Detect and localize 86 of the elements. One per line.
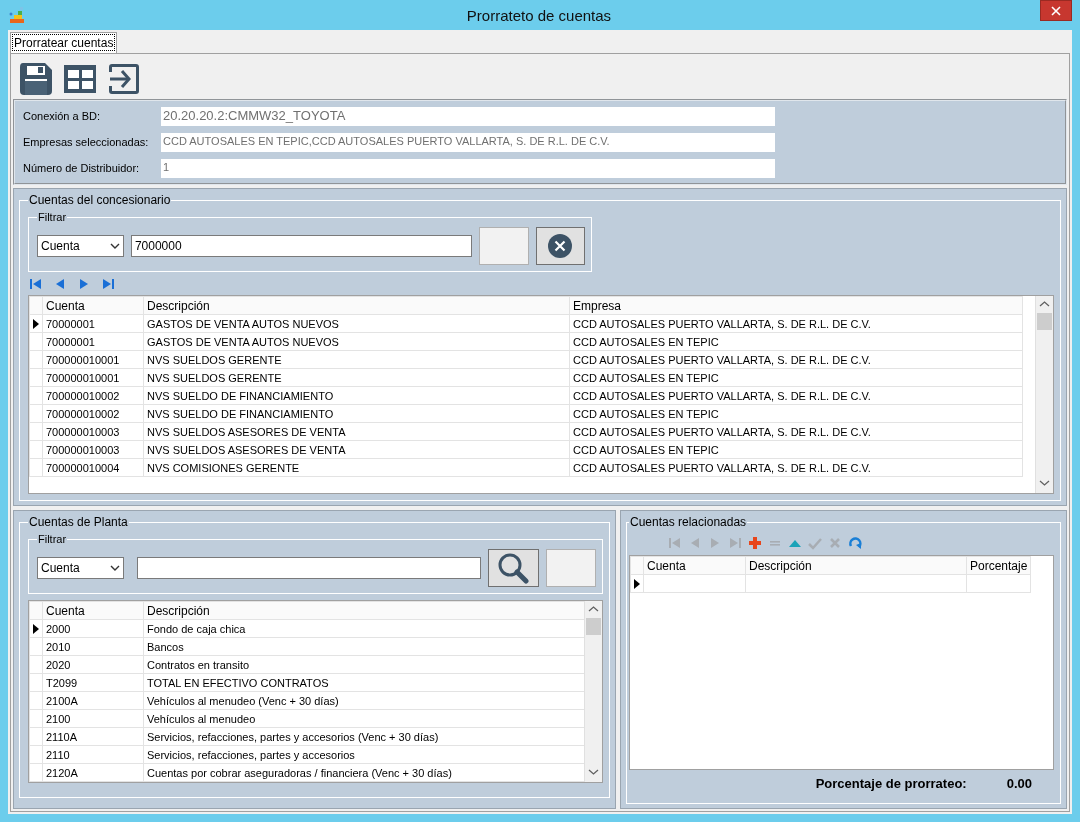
table-cell: 2010 <box>42 637 144 656</box>
table-cell: CCD AUTOSALES PUERTO VALLARTA, S. DE R.L. DE C.V. <box>569 314 1023 333</box>
row-indicator[interactable] <box>29 619 43 638</box>
group-title: Cuentas de Planta <box>28 515 129 529</box>
table-cell: 70000001 <box>42 332 144 351</box>
grid-icon[interactable] <box>63 62 97 96</box>
column-header[interactable]: Porcentaje <box>966 556 1031 575</box>
table-cell: GASTOS DE VENTA AUTOS NUEVOS <box>143 314 570 333</box>
table-cell: CCD AUTOSALES EN TEPIC <box>569 332 1023 351</box>
column-header[interactable]: Descripción <box>143 601 586 620</box>
column-header[interactable]: Cuenta <box>42 296 144 315</box>
table-cell: GASTOS DE VENTA AUTOS NUEVOS <box>143 332 570 351</box>
column-header[interactable]: Empresa <box>569 296 1023 315</box>
table-cell: NVS SUELDOS GERENTE <box>143 350 570 369</box>
summary-label: Porcentaje de prorrateo: <box>815 776 967 791</box>
save-icon[interactable] <box>19 62 53 96</box>
group-title: Filtrar <box>37 211 68 223</box>
table-cell: 700000010002 <box>42 404 144 423</box>
app-icon <box>8 6 26 24</box>
row-indicator[interactable] <box>630 574 644 593</box>
readonly-field[interactable]: 1 <box>161 158 775 178</box>
scrollbar[interactable] <box>1035 296 1053 493</box>
chevron-down-icon <box>109 243 120 249</box>
tab[interactable]: Prorratear cuentas <box>10 32 118 53</box>
blank-button[interactable] <box>479 227 529 265</box>
clear-button[interactable] <box>535 227 585 265</box>
summary-value: 0.00 <box>1006 776 1032 791</box>
table-cell: CCD AUTOSALES PUERTO VALLARTA, S. DE R.L. DE C.V. <box>569 386 1023 405</box>
table-cell: 2020 <box>42 655 144 674</box>
table-cell: NVS SUELDOS ASESORES DE VENTA <box>143 440 570 459</box>
table-cell: CCD AUTOSALES PUERTO VALLARTA, S. DE R.L. DE C.V. <box>569 350 1023 369</box>
table-cell: 700000010003 <box>42 440 144 459</box>
close-icon <box>1051 5 1061 16</box>
table-cell: 700000010003 <box>42 422 144 441</box>
table-cell: 700000010004 <box>42 458 144 477</box>
group-title: Cuentas relacionadas <box>629 515 748 529</box>
readonly-field[interactable]: CCD AUTOSALES EN TEPIC,CCD AUTOSALES PUERTO VALLARTA, S. DE R.L. DE C.V. <box>161 132 775 152</box>
table-cell: 70000001 <box>42 314 144 333</box>
search-button[interactable] <box>487 549 540 587</box>
first-icon[interactable] <box>28 276 44 292</box>
readonly-field[interactable]: 20.20.20.2:CMMW32_TOYOTA <box>161 106 775 126</box>
table-cell: 2120A <box>42 763 144 782</box>
field-label: Conexión a BD: <box>23 110 102 122</box>
table-cell: CCD AUTOSALES EN TEPIC <box>569 368 1023 387</box>
table-cell: 2100 <box>42 709 144 728</box>
table-cell: 2110A <box>42 727 144 746</box>
table-cell: T2099 <box>42 673 144 692</box>
table-cell: NVS SUELDOS ASESORES DE VENTA <box>143 422 570 441</box>
table-cell: NVS COMISIONES GERENTE <box>143 458 570 477</box>
table-cell: CCD AUTOSALES EN TEPIC <box>569 404 1023 423</box>
window-title: Prorrateto de cuentas <box>465 6 613 24</box>
column-header[interactable]: Cuenta <box>42 601 144 620</box>
exit-icon[interactable] <box>107 62 141 96</box>
table-cell: 2100A <box>42 691 144 710</box>
table-cell: CCD AUTOSALES PUERTO VALLARTA, S. DE R.L. DE C.V. <box>569 458 1023 477</box>
filter-dropdown[interactable]: Cuenta <box>37 235 124 257</box>
table-cell: 700000010001 <box>42 368 144 387</box>
filter-field[interactable] <box>137 557 481 579</box>
filter-field[interactable]: 7000000 <box>130 235 473 257</box>
table-cell: 2110 <box>42 745 144 764</box>
table-cell: 700000010001 <box>42 350 144 369</box>
close-button[interactable] <box>1040 0 1072 21</box>
table-cell: CCD AUTOSALES EN TEPIC <box>569 440 1023 459</box>
table-cell: NVS SUELDOS GERENTE <box>143 368 570 387</box>
scrollbar[interactable] <box>584 601 602 782</box>
group-title: Cuentas del concesionario <box>28 193 172 207</box>
group-title: Filtrar <box>37 533 68 545</box>
field-label: Empresas seleccionadas: <box>23 136 150 148</box>
column-header[interactable]: Cuenta <box>643 556 746 575</box>
row-indicator[interactable] <box>29 314 43 333</box>
filter-dropdown[interactable]: Cuenta <box>37 557 125 579</box>
plus-icon[interactable] <box>747 535 763 551</box>
table-cell: NVS SUELDO DE FINANCIAMIENTO <box>143 404 570 423</box>
column-header[interactable]: Descripción <box>143 296 570 315</box>
close-icon <box>547 233 574 259</box>
table-cell: CCD AUTOSALES PUERTO VALLARTA, S. DE R.L. DE C.V. <box>569 422 1023 441</box>
table-cell: NVS SUELDO DE FINANCIAMIENTO <box>143 386 570 405</box>
table-cell: 2000 <box>42 619 144 638</box>
table-cell: 700000010002 <box>42 386 144 405</box>
chevron-down-icon <box>110 565 121 571</box>
last-icon[interactable] <box>100 276 116 292</box>
search-icon <box>496 552 531 584</box>
field-label: Número de Distribuidor: <box>23 162 141 174</box>
refresh-icon[interactable] <box>847 535 863 551</box>
blank-button[interactable] <box>546 549 596 587</box>
column-header[interactable]: Descripción <box>745 556 967 575</box>
